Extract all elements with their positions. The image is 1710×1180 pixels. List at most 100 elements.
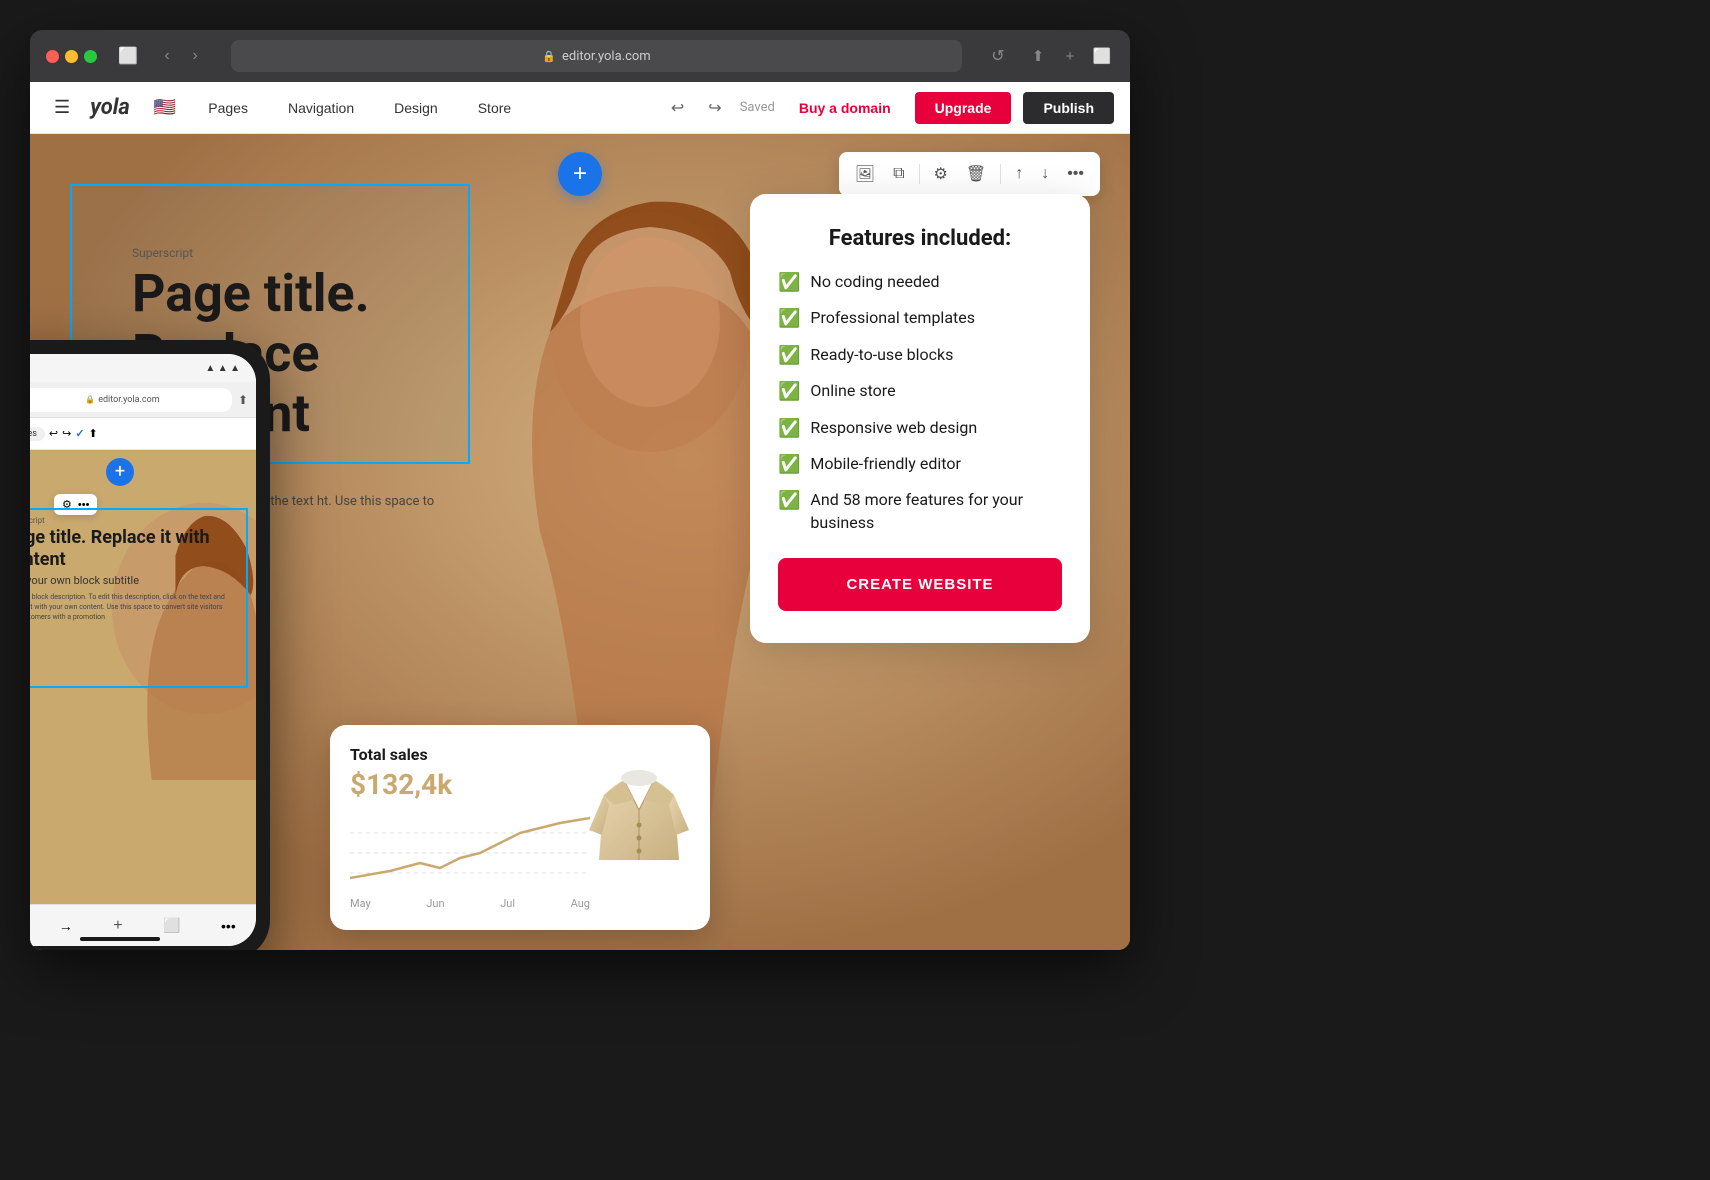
feature-text-6: Mobile-friendly editor — [810, 453, 960, 475]
forward-button[interactable]: › — [183, 44, 207, 68]
phone-editor-toolbar: ☰ Pages ↩ ↪ ✓ ⬆ — [30, 418, 256, 450]
feature-item-7: ✅ And 58 more features for your business — [778, 489, 1062, 534]
feature-text-4: Online store — [810, 380, 895, 402]
phone-browser-bar: ⬜ 🔒 editor.yola.com ⬆ — [30, 382, 256, 418]
chart-label-jun: Jun — [426, 897, 444, 910]
feature-text-2: Professional templates — [810, 307, 975, 329]
check-icon-6: ✅ — [778, 454, 800, 475]
feature-text-7: And 58 more features for your business — [810, 489, 1062, 534]
sales-card: Total sales $132,4k May — [330, 725, 710, 930]
sidebar-toggle-button[interactable]: ⬜ — [117, 45, 139, 67]
phone-address-bar[interactable]: 🔒 editor.yola.com — [30, 388, 232, 412]
phone-page-title[interactable]: Page title. Replace it with content — [30, 525, 246, 572]
product-image — [584, 750, 694, 880]
browser-action-buttons: ⬆ + ⬜ — [1026, 44, 1114, 68]
feature-text-1: No coding needed — [810, 271, 939, 293]
feature-item-5: ✅ Responsive web design — [778, 417, 1062, 439]
phone-home-indicator — [80, 937, 160, 941]
move-up-button[interactable]: ↑ — [1011, 161, 1027, 187]
maximize-button[interactable] — [84, 50, 97, 63]
phone-page-subtitle[interactable]: Add your own block subtitle — [30, 572, 246, 589]
address-bar[interactable]: 🔒 editor.yola.com — [231, 40, 962, 72]
browser-titlebar: ⬜ ‹ › 🔒 editor.yola.com ↺ ⬆ + ⬜ — [30, 30, 1130, 82]
delete-button[interactable]: 🗑 — [962, 160, 990, 188]
settings-button[interactable]: ⚙ — [930, 160, 952, 188]
nav-navigation[interactable]: Navigation — [268, 82, 374, 134]
undo-button[interactable]: ↩ — [665, 94, 690, 122]
redo-button[interactable]: ↪ — [702, 94, 727, 122]
minimize-button[interactable] — [65, 50, 78, 63]
sales-title: Total sales — [350, 745, 590, 764]
check-icon-2: ✅ — [778, 308, 800, 329]
features-title: Features included: — [778, 226, 1062, 251]
yola-logo: yola — [90, 95, 130, 120]
flag-icon: 🇺🇸 — [154, 97, 176, 118]
phone-statusbar: 09:35 ▲ ▲ ▲ — [30, 354, 256, 382]
toolbar-right: ↩ ↪ Saved Buy a domain Upgrade Publish — [665, 92, 1114, 124]
phone-address-text: editor.yola.com — [98, 395, 159, 405]
image-button[interactable]: 🖼 — [851, 160, 879, 188]
tabs-button[interactable]: ⬜ — [1090, 44, 1114, 68]
phone-add-tab-button[interactable]: + — [113, 917, 122, 935]
sales-amount: $132,4k — [350, 768, 590, 801]
check-icon-7: ✅ — [778, 490, 800, 511]
editor-content: + 🖼 ⧉ ⚙ 🗑 ↑ ↓ ••• Superscript Page title… — [30, 134, 1130, 950]
traffic-lights — [46, 50, 97, 63]
phone-selection-box: Superscript Page title. Replace it with … — [30, 508, 248, 688]
nav-pages[interactable]: Pages — [188, 82, 268, 134]
phone-superscript-label: Superscript — [30, 510, 246, 525]
phone-page-desc[interactable]: This is a block description. To edit thi… — [30, 589, 246, 626]
new-tab-button[interactable]: + — [1058, 44, 1082, 68]
phone-pages-pill[interactable]: Pages — [30, 427, 45, 441]
upgrade-button[interactable]: Upgrade — [915, 92, 1012, 124]
reload-button[interactable]: ↺ — [986, 44, 1010, 68]
sales-chart — [350, 813, 590, 893]
browser-nav-buttons: ‹ › — [155, 44, 207, 68]
phone-undo-button[interactable]: ↩ — [49, 427, 58, 440]
chart-labels: May Jun Jul Aug — [350, 897, 590, 910]
phone-check-button[interactable]: ✓ — [75, 427, 84, 440]
feature-text-3: Ready-to-use blocks — [810, 344, 953, 366]
phone-content: + ⚙ ••• Superscript Page title. Replace … — [30, 450, 256, 912]
phone-action-icon: ⬆ — [238, 393, 248, 407]
nav-design[interactable]: Design — [374, 82, 458, 134]
phone-more-nav[interactable]: ••• — [221, 918, 236, 934]
feature-text-5: Responsive web design — [810, 417, 977, 439]
close-button[interactable] — [46, 50, 59, 63]
chart-area — [350, 813, 590, 893]
phone-icons: ▲ ▲ ▲ — [205, 363, 240, 374]
phone-plus-button[interactable]: + — [106, 458, 134, 486]
chart-label-may: May — [350, 897, 371, 910]
chart-label-aug: Aug — [571, 897, 590, 910]
element-toolbar: 🖼 ⧉ ⚙ 🗑 ↑ ↓ ••• — [839, 152, 1100, 196]
add-block-button[interactable]: + — [558, 152, 602, 196]
check-icon-1: ✅ — [778, 272, 800, 293]
features-card: Features included: ✅ No coding needed ✅ … — [750, 194, 1090, 643]
move-down-button[interactable]: ↓ — [1037, 161, 1053, 187]
phone-forward-nav[interactable]: → — [59, 918, 73, 934]
phone-share-toolbar-button[interactable]: ⬆ — [89, 427, 98, 440]
check-icon-5: ✅ — [778, 418, 800, 439]
publish-button[interactable]: Publish — [1023, 92, 1114, 124]
chart-label-jul: Jul — [500, 897, 515, 910]
phone-mockup: 09:35 ▲ ▲ ▲ ⬜ 🔒 editor.yola.com ⬆ ☰ Page… — [30, 340, 270, 950]
duplicate-button[interactable]: ⧉ — [889, 161, 908, 187]
browser-window: ⬜ ‹ › 🔒 editor.yola.com ↺ ⬆ + ⬜ ☰ yola 🇺… — [30, 30, 1130, 950]
feature-item-2: ✅ Professional templates — [778, 307, 1062, 329]
app-toolbar: ☰ yola 🇺🇸 Pages Navigation Design Store … — [30, 82, 1130, 134]
address-text: editor.yola.com — [562, 49, 651, 64]
phone-redo-button[interactable]: ↪ — [62, 427, 71, 440]
nav-store[interactable]: Store — [458, 82, 531, 134]
lock-icon: 🔒 — [542, 50, 556, 63]
more-options-button[interactable]: ••• — [1063, 161, 1088, 187]
saved-label: Saved — [740, 100, 775, 115]
phone-tabs-button[interactable]: ⬜ — [163, 917, 180, 934]
menu-button[interactable]: ☰ — [46, 93, 78, 122]
back-button[interactable]: ‹ — [155, 44, 179, 68]
toolbar-divider — [919, 164, 920, 184]
share-button[interactable]: ⬆ — [1026, 44, 1050, 68]
toolbar-nav: Pages Navigation Design Store — [188, 82, 665, 134]
check-icon-4: ✅ — [778, 381, 800, 402]
create-website-button[interactable]: CREATE WEBSITE — [778, 558, 1062, 611]
buy-domain-button[interactable]: Buy a domain — [787, 100, 903, 116]
